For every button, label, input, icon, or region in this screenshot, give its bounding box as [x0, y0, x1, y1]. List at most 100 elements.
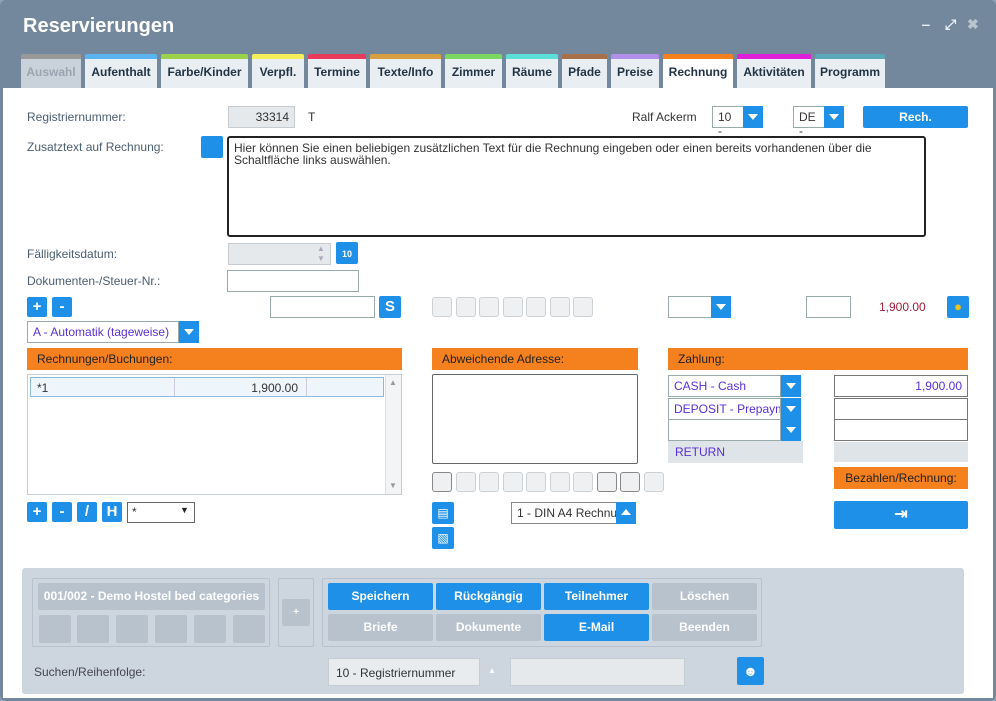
tab-verpfl[interactable]: Verpfl. — [252, 54, 304, 88]
option-square-1[interactable] — [432, 297, 452, 317]
tab-farbe-kinder[interactable]: Farbe/Kinder — [161, 54, 248, 88]
addr-square-9[interactable] — [620, 472, 640, 492]
last-record-icon[interactable] — [233, 615, 265, 643]
option-square-3[interactable] — [479, 297, 499, 317]
tab-rechnung[interactable]: Rechnung — [663, 54, 733, 90]
close-icon[interactable]: ✖ — [967, 16, 979, 33]
date-spinner-icon[interactable]: ▲ ▼ — [312, 244, 330, 264]
option-square-2[interactable] — [456, 297, 476, 317]
tab-texte-info[interactable]: Texte/Info — [370, 54, 441, 88]
format-select-arrow-icon[interactable] — [616, 502, 636, 524]
format-select[interactable]: 1 - DIN A4 Rechnun — [511, 502, 618, 524]
loeschen-button[interactable]: Löschen — [652, 583, 757, 610]
payment-method-2[interactable]: DEPOSIT - Prepayme — [668, 398, 781, 420]
user-select-arrow-icon[interactable] — [743, 106, 763, 128]
payment-amount-2[interactable] — [834, 398, 968, 420]
tab-auswahl: Auswahl — [21, 54, 81, 88]
scroll-down-icon[interactable]: ▼ — [389, 481, 397, 490]
tab-raeume[interactable]: Räume — [506, 54, 558, 88]
search-users-icon[interactable]: ☻ — [737, 657, 764, 685]
search-text-field[interactable] — [270, 296, 375, 318]
speichern-button[interactable]: Speichern — [328, 583, 433, 610]
tab-aktivitaeten[interactable]: Aktivitäten — [737, 54, 811, 88]
scroll-up-icon[interactable]: ▲ — [389, 378, 397, 387]
option-square-4[interactable] — [503, 297, 523, 317]
list-scrollbar[interactable]: ▲ ▼ — [385, 375, 401, 494]
tab-pfade[interactable]: Pfade — [562, 54, 607, 88]
dokumente-button[interactable]: Dokumente — [436, 614, 541, 641]
window-title: Reservierungen — [23, 15, 175, 37]
rueckgaengig-button[interactable]: Rückgängig — [436, 583, 541, 610]
pdf-icon[interactable]: ▧ — [432, 527, 454, 549]
addr-square-4[interactable] — [503, 472, 523, 492]
language-select[interactable]: DE - — [793, 106, 825, 138]
first-record-icon[interactable] — [39, 615, 71, 643]
addr-square-6[interactable] — [550, 472, 570, 492]
payment-method-1[interactable]: CASH - Cash — [668, 375, 781, 397]
teilnehmer-button[interactable]: Teilnehmer — [544, 583, 649, 610]
add-booking-button[interactable]: + — [27, 502, 47, 522]
currency-select-arrow-icon[interactable] — [711, 296, 731, 318]
payment-method-2-arrow-icon[interactable] — [781, 398, 801, 420]
addr-square-7[interactable] — [573, 472, 593, 492]
payment-method-1-arrow-icon[interactable] — [781, 375, 801, 397]
add-button[interactable]: + — [27, 297, 47, 317]
rechnungen-list[interactable]: *1 1,900.00 ▲ ▼ — [27, 374, 402, 495]
pay-invoice-button[interactable]: ⇥ — [834, 501, 968, 529]
addr-square-2[interactable] — [456, 472, 476, 492]
filter-chevron-down-icon[interactable]: ▼ — [180, 505, 189, 515]
prev-record-icon[interactable] — [116, 615, 148, 643]
h-button[interactable]: H — [102, 502, 122, 522]
tab-preise[interactable]: Preise — [611, 54, 659, 88]
tab-zimmer[interactable]: Zimmer — [445, 54, 502, 88]
payment-amount-3[interactable] — [834, 419, 968, 441]
rech-button[interactable]: Rech. — [863, 106, 968, 128]
mode-select-arrow-icon[interactable] — [179, 321, 199, 343]
payment-method-3[interactable] — [668, 419, 781, 441]
addr-square-10[interactable] — [644, 472, 664, 492]
adresse-textarea[interactable] — [432, 374, 638, 464]
email-button[interactable]: E-Mail — [544, 614, 649, 641]
beenden-button[interactable]: Beenden — [652, 614, 757, 641]
remove-button[interactable]: - — [52, 297, 72, 317]
tab-termine[interactable]: Termine — [308, 54, 366, 88]
tab-aufenthalt[interactable]: Aufenthalt — [85, 54, 157, 88]
s-button[interactable]: S — [379, 296, 401, 318]
addr-square-1[interactable] — [432, 472, 452, 492]
fast-back-icon[interactable] — [77, 615, 109, 643]
next-record-icon[interactable] — [155, 615, 187, 643]
fast-forward-icon[interactable] — [194, 615, 226, 643]
dokument-field[interactable] — [227, 270, 359, 292]
option-square-6[interactable] — [550, 297, 570, 317]
user-select[interactable]: 10 - — [712, 106, 744, 138]
search-input[interactable] — [510, 658, 685, 686]
coins-icon[interactable]: ● — [947, 296, 969, 318]
small-value-field[interactable] — [806, 296, 851, 318]
payment-amount-1[interactable]: 1,900.00 — [834, 375, 968, 397]
addr-square-5[interactable] — [526, 472, 546, 492]
tab-programm[interactable]: Programm — [815, 54, 885, 88]
maximize-icon[interactable]: ⤢ — [945, 16, 956, 33]
remove-booking-button[interactable]: - — [52, 502, 72, 522]
minimize-icon[interactable]: ‒ — [922, 16, 930, 32]
sort-select[interactable]: 10 - Registriernummer — [328, 658, 480, 686]
text-template-button[interactable] — [201, 136, 223, 158]
record-nav-box: 001/002 - Demo Hostel bed categories — [32, 578, 270, 647]
briefe-button[interactable]: Briefe — [328, 614, 433, 641]
new-record-button[interactable]: + — [282, 599, 310, 626]
addr-square-8[interactable] — [597, 472, 617, 492]
language-select-arrow-icon[interactable] — [824, 106, 844, 128]
table-row[interactable]: *1 1,900.00 — [30, 377, 384, 397]
option-square-7[interactable] — [573, 297, 593, 317]
mode-select[interactable]: A - Automatik (tageweise) — [27, 321, 179, 343]
calendar-icon[interactable]: 10 — [336, 242, 358, 264]
edit-booking-button[interactable]: / — [77, 502, 97, 522]
return-label[interactable]: RETURN — [668, 441, 803, 463]
print-icon[interactable]: ▤ — [432, 502, 454, 524]
option-square-5[interactable] — [526, 297, 546, 317]
addr-square-3[interactable] — [479, 472, 499, 492]
currency-select[interactable] — [668, 296, 713, 318]
sort-select-arrow-icon[interactable]: ▲ — [488, 666, 496, 675]
payment-method-3-arrow-icon[interactable] — [781, 419, 801, 441]
zusatztext-textarea[interactable]: Hier können Sie einen beliebigen zusätzl… — [227, 136, 926, 237]
